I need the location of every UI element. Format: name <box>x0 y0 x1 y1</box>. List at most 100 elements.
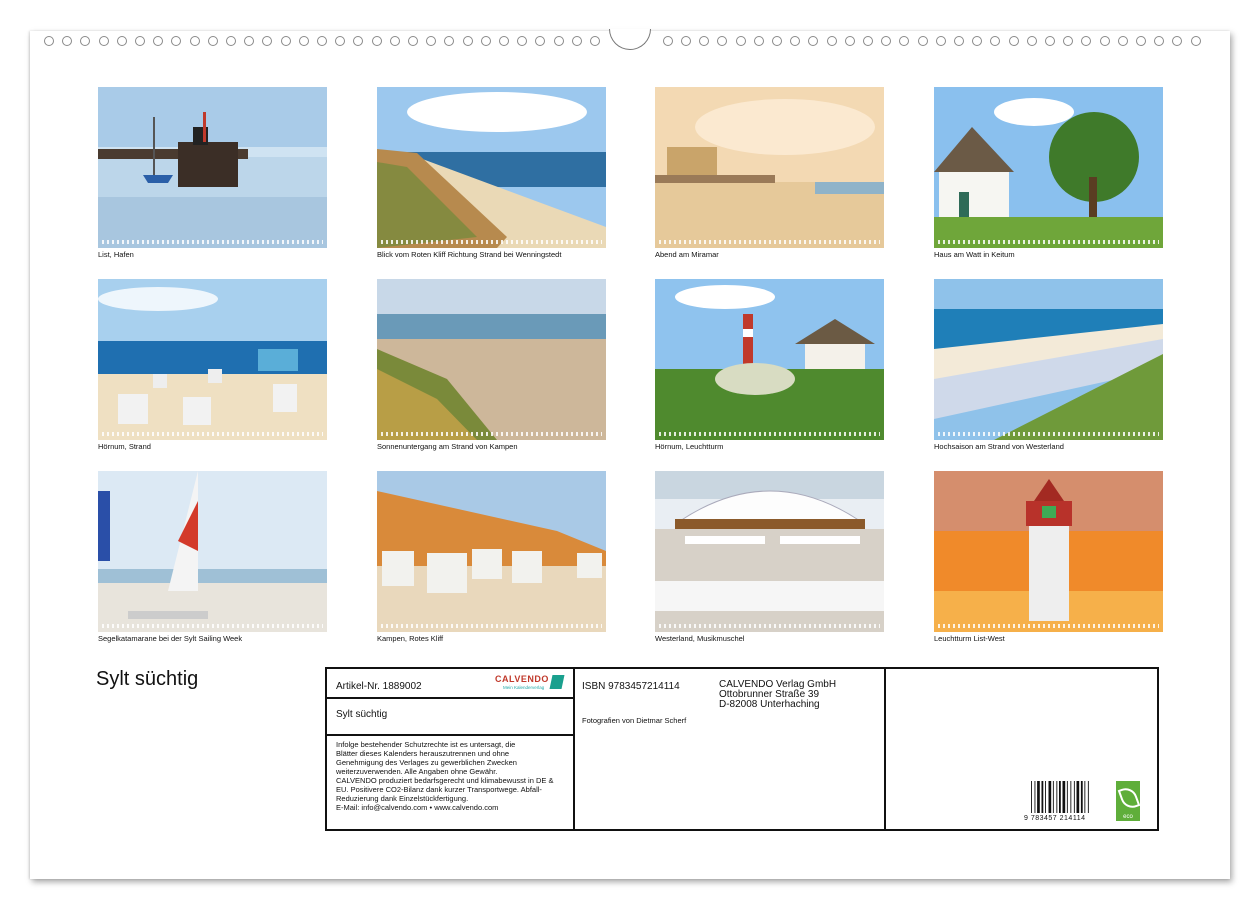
binding-ring <box>153 36 164 46</box>
binding-ring <box>226 36 236 46</box>
photo-lighthouse-village <box>655 279 884 440</box>
photo-caption: Abend am Miramar <box>655 250 719 259</box>
binding-ring <box>244 36 255 46</box>
mini-calendar-strip <box>381 240 602 244</box>
imprint-title: Sylt süchtig <box>336 709 388 720</box>
binding-ring <box>881 36 892 46</box>
barcode-bar <box>1045 781 1046 813</box>
binding-ring <box>262 36 273 46</box>
photo-red-cliff <box>377 471 606 632</box>
mini-calendar-strip <box>381 432 602 436</box>
barcode-bar <box>1084 781 1086 813</box>
binding-ring <box>954 36 964 46</box>
photo-harbor <box>98 87 327 248</box>
binding-ring <box>699 36 710 46</box>
photo-beach-chairs <box>98 279 327 440</box>
mini-calendar-strip <box>938 240 1159 244</box>
binding-ring <box>1190 36 1201 46</box>
photo-caption: Leuchtturm List-West <box>934 634 1005 643</box>
binding-ring <box>990 36 1001 46</box>
binding-ring <box>44 36 54 46</box>
legal-line: Blätter dieses Kalenders herauszutrennen… <box>336 749 510 758</box>
binding-ring <box>808 36 819 46</box>
isbn-barcode <box>1031 781 1089 813</box>
binding-ring <box>935 36 946 46</box>
binding-ring <box>717 36 728 46</box>
barcode-bar <box>1037 781 1040 813</box>
binding-ring <box>1081 36 1092 46</box>
binding-ring <box>571 36 582 46</box>
imprint-column-middle: ISBN 9783457214114 Fotografien von Dietm… <box>573 669 886 829</box>
photo-caption: Blick vom Roten Kliff Richtung Strand be… <box>377 250 562 259</box>
binding-ring <box>408 36 418 46</box>
binding-ring <box>1026 36 1037 46</box>
binding-ring <box>517 36 528 46</box>
binding-ring <box>863 36 873 46</box>
barcode-bar <box>1056 781 1058 813</box>
legal-line: CALVENDO produziert bedarfsgerecht und k… <box>336 776 554 785</box>
eco-label: eco <box>1123 814 1133 820</box>
barcode-bar <box>1052 781 1054 813</box>
binding-ring <box>171 36 182 46</box>
legal-line: weiterzuverwenden. Alle Angaben ohne Gew… <box>336 767 498 776</box>
photo-caption: Hörnum, Strand <box>98 442 151 451</box>
binding-ring <box>189 36 200 46</box>
legal-line: Infolge bestehender Schutzrechte ist es … <box>336 740 516 749</box>
binding-ring <box>499 36 509 46</box>
binding-ring <box>681 36 691 46</box>
mini-calendar-strip <box>102 624 323 628</box>
binding-ring <box>790 36 801 46</box>
photo-caption: Haus am Watt in Keitum <box>934 250 1015 259</box>
logo-mark-icon <box>549 675 565 689</box>
binding-ring <box>899 36 910 46</box>
binding-ring <box>80 36 91 46</box>
binding-ring <box>207 36 218 46</box>
binding-ring <box>772 36 782 46</box>
legal-line: Reduzierung dank Einzelstückfertigung. <box>336 794 469 803</box>
binding-ring <box>972 36 983 46</box>
photo-bandshell <box>655 471 884 632</box>
binding-ring <box>389 36 400 46</box>
binding-ring <box>426 36 437 46</box>
barcode-bar <box>1066 781 1068 813</box>
mini-calendar-strip <box>102 432 323 436</box>
photo-caption: Kampen, Rotes Kliff <box>377 634 444 643</box>
binding-ring <box>735 36 746 46</box>
binding-ring <box>1172 36 1183 46</box>
mini-calendar-strip <box>102 240 323 244</box>
isbn: ISBN 9783457214114 <box>582 681 680 692</box>
binding-ring <box>535 36 546 46</box>
binding-ring <box>135 36 145 46</box>
binding-ring <box>280 36 291 46</box>
photo-caption: Hörnum, Leuchtturm <box>655 442 724 451</box>
photographer-credit: Fotografien von Dietmar Scherf <box>582 716 687 725</box>
legal-notice: Infolge bestehender Schutzrechte ist es … <box>336 740 553 812</box>
binding-ring <box>1045 36 1055 46</box>
barcode-bar <box>1076 781 1080 813</box>
binding-ring <box>662 36 673 46</box>
binding-ring <box>844 36 855 46</box>
legal-line: E-Mail: info@calvendo.com • www.calvendo… <box>336 803 499 812</box>
barcode-bar <box>1062 781 1066 813</box>
photo-lighthouse-sunset <box>934 471 1163 632</box>
barcode-bar <box>1073 781 1075 813</box>
calendar-title: Sylt süchtig <box>96 668 199 690</box>
binding-ring <box>1008 36 1019 46</box>
publisher-line: D-82008 Unterhaching <box>719 699 820 710</box>
mini-calendar-strip <box>659 624 880 628</box>
eco-badge: eco <box>1116 781 1141 821</box>
binding-ring <box>62 36 73 46</box>
photo-caption: Segelkatamarane bei der Sylt Sailing Wee… <box>98 634 243 643</box>
binding-ring <box>1136 36 1146 46</box>
binding-ring <box>317 36 327 46</box>
barcode-bar <box>1031 781 1032 813</box>
barcode-bar <box>1048 781 1052 813</box>
binding-ring <box>1063 36 1074 46</box>
divider <box>327 734 573 736</box>
binding-ring <box>753 36 764 46</box>
binding-ring <box>462 36 473 46</box>
leaf-icon <box>1117 784 1141 812</box>
barcode-bar <box>1059 781 1061 813</box>
mini-calendar-strip <box>938 432 1159 436</box>
barcode-bar <box>1034 781 1036 813</box>
